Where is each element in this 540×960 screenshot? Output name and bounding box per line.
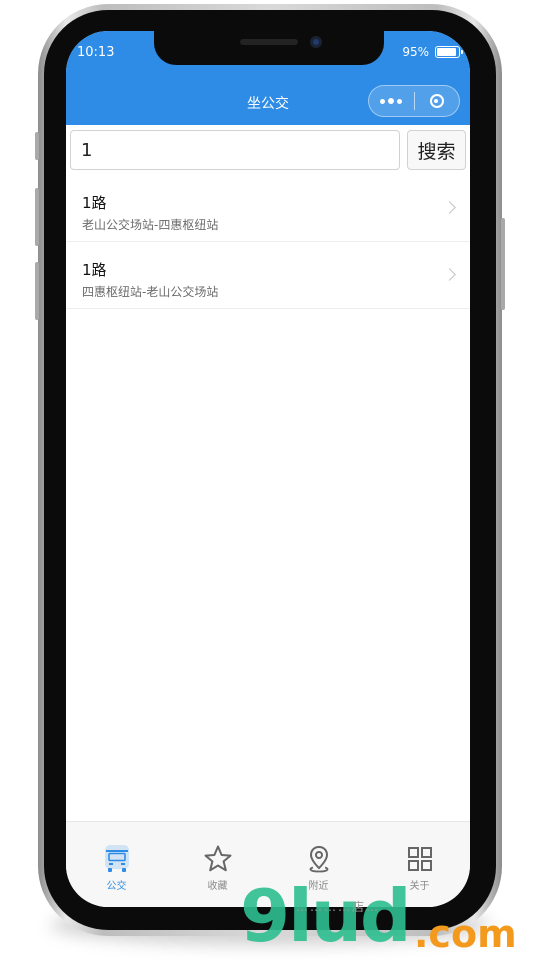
grid-icon — [407, 847, 432, 871]
route-name: 1路 — [82, 261, 107, 279]
status-battery: 95% — [402, 45, 463, 59]
battery-icon — [435, 46, 463, 58]
location-pin-icon — [309, 845, 328, 873]
tab-label: 公交 — [106, 881, 127, 892]
power-button — [501, 218, 505, 310]
mute-switch — [35, 132, 39, 160]
watermark-tld: .com — [414, 912, 517, 956]
route-stops: 老山公交场站-四惠枢纽站 — [82, 218, 219, 232]
route-name: 1路 — [82, 194, 107, 212]
search-bar: 搜索 — [66, 125, 470, 175]
volume-down-button — [35, 262, 39, 320]
miniprogram-capsule — [368, 85, 460, 117]
watermark-tagline: …………店… — [296, 900, 381, 914]
route-stops: 四惠枢纽站-老山公交场站 — [82, 285, 219, 299]
front-camera — [310, 36, 322, 48]
app-header: 10:13 95% 坐公交 — [66, 31, 470, 125]
route-item[interactable]: 1路 四惠枢纽站-老山公交场站 — [66, 242, 470, 309]
battery-percent: 95% — [402, 45, 429, 59]
watermark-logo: 9lud — [240, 874, 412, 958]
volume-up-button — [35, 188, 39, 246]
more-icon[interactable] — [369, 86, 414, 116]
star-icon — [204, 845, 231, 872]
bus-icon — [104, 845, 129, 872]
speaker-grille — [240, 39, 298, 45]
route-list: 1路 老山公交场站-四惠枢纽站 1路 四惠枢纽站-老山公交场站 — [66, 175, 470, 309]
chevron-right-icon — [443, 268, 456, 281]
search-input[interactable] — [70, 130, 400, 170]
phone-notch — [154, 31, 384, 65]
status-time: 10:13 — [77, 45, 115, 60]
close-miniprogram-icon[interactable] — [414, 86, 459, 116]
tab-bus[interactable]: 公交 — [66, 822, 167, 907]
chevron-right-icon — [443, 201, 456, 214]
route-item[interactable]: 1路 老山公交场站-四惠枢纽站 — [66, 175, 470, 242]
phone-screen: 10:13 95% 坐公交 搜索 1路 老山公交场站-四惠枢纽站 1路 四惠枢纽… — [66, 31, 470, 907]
search-button[interactable]: 搜索 — [407, 130, 466, 170]
